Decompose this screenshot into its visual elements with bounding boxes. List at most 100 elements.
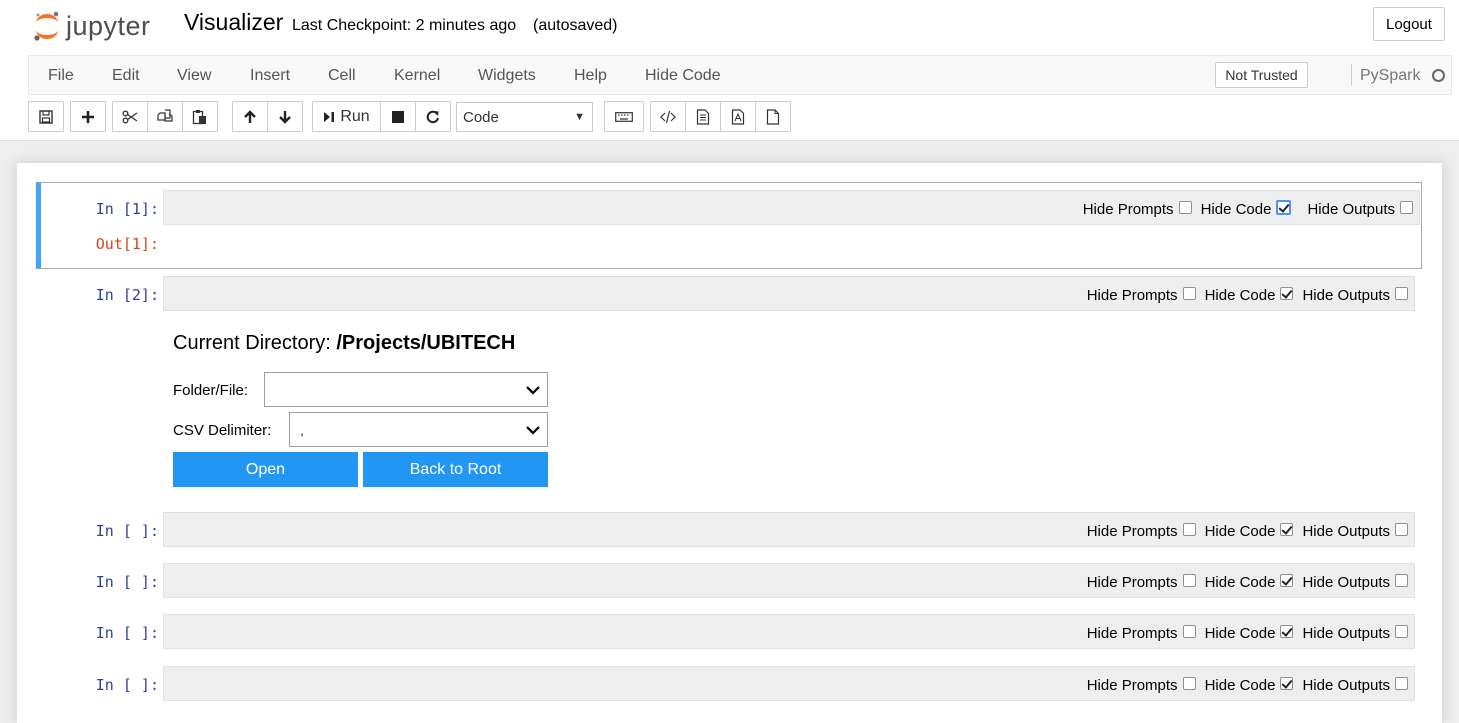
kernel-name: PySpark [1360,67,1421,84]
out-prompt: Out[1]: [95,235,159,253]
hide-outputs-checkbox[interactable] [1395,523,1408,536]
hide-prompts-label: Hide Prompts [1086,625,1178,642]
toolbar-group-run: Run [312,101,451,132]
paste-icon [192,109,206,124]
hide-code-label: Hide Code [1204,523,1276,540]
code-cell[interactable]: In [ ]: Hide Prompts Hide Code Hide Outp… [36,512,1422,548]
cut-button[interactable] [112,101,148,132]
toolbar-group-clipboard [112,101,218,132]
menu-file[interactable]: File [48,67,74,85]
notebook-name[interactable]: Visualizer [184,9,283,36]
menu-widgets[interactable]: Widgets [478,67,536,85]
hide-prompts-checkbox[interactable] [1182,287,1196,300]
menu-cell[interactable]: Cell [328,67,356,85]
code-cell[interactable]: In [ ]: Hide Prompts Hide Code Hide Outp… [36,666,1422,702]
menu-help[interactable]: Help [574,67,607,85]
toolbar-group-export [650,101,791,132]
hide-outputs-checkbox[interactable] [1395,287,1408,300]
hide-outputs-checkbox[interactable] [1395,574,1408,587]
arrow-down-icon [279,110,291,124]
hide-code-checkbox[interactable] [1276,200,1292,215]
export-pdf-button[interactable] [720,101,756,132]
folder-file-dropdown[interactable] [264,372,548,407]
hide-prompts-checkbox[interactable] [1182,523,1196,536]
menu-edit[interactable]: Edit [112,67,140,85]
export-file-button[interactable] [755,101,791,132]
menu-insert[interactable]: Insert [250,67,290,85]
back-to-root-button[interactable]: Back to Root [363,452,548,487]
save-button[interactable] [28,101,64,132]
cell-toggles: Hide Prompts Hide Code Hide Outputs [1087,625,1408,642]
hide-code-checkbox[interactable] [1280,625,1294,638]
in-prompt: In [1]: [95,200,159,218]
insert-cell-button[interactable] [70,101,106,132]
cell-input-area[interactable]: Hide Prompts Hide Code Hide Outputs [163,512,1415,547]
hide-outputs-label: Hide Outputs [1302,287,1390,304]
move-down-button[interactable] [267,101,303,132]
hide-outputs-checkbox[interactable] [1395,677,1408,690]
hide-prompts-checkbox[interactable] [1182,625,1196,638]
trust-button[interactable]: Not Trusted [1215,62,1308,88]
notebook-container: In [1]: Hide Prompts Hide Code Hide Outp… [17,163,1442,723]
code-cell[interactable]: In [1]: Hide Prompts Hide Code Hide Outp… [36,182,1422,269]
logout-button[interactable]: Logout [1373,7,1445,41]
paste-button[interactable] [182,101,218,132]
hide-outputs-checkbox[interactable] [1400,201,1413,214]
chevron-down-icon [526,426,540,435]
cell-type-select[interactable]: Code ▼ [456,102,593,132]
hide-code-checkbox[interactable] [1280,574,1294,587]
jupyter-logo[interactable]: jupyter [32,9,151,43]
cell-input-area[interactable]: Hide Prompts Hide Code Hide Outputs [163,276,1415,311]
copy-button[interactable] [147,101,183,132]
export-html-button[interactable] [685,101,721,132]
code-button[interactable] [650,101,686,132]
menu-view[interactable]: View [177,67,211,85]
file-icon [766,108,780,125]
hide-prompts-checkbox[interactable] [1182,574,1196,587]
in-prompt: In [ ]: [95,676,159,694]
open-button[interactable]: Open [173,452,358,487]
header: jupyter Visualizer Last Checkpoint: 2 mi… [0,0,1459,141]
code-cell[interactable]: In [ ]: Hide Prompts Hide Code Hide Outp… [36,614,1422,650]
current-directory: Current Directory: /Projects/UBITECH [173,332,515,355]
jupyter-logo-icon [34,11,59,41]
hide-outputs-label: Hide Outputs [1302,574,1390,591]
menu-kernel[interactable]: Kernel [394,67,440,85]
hide-prompts-checkbox[interactable] [1178,201,1192,214]
hide-prompts-label: Hide Prompts [1086,677,1178,694]
restart-button[interactable] [415,101,451,132]
move-up-button[interactable] [232,101,268,132]
hide-code-label: Hide Code [1204,287,1276,304]
code-cell[interactable]: In [ ]: Hide Prompts Hide Code Hide Outp… [36,563,1422,599]
command-palette-button[interactable] [604,101,644,132]
cell-toggles: Hide Prompts Hide Code Hide Outputs [1087,523,1408,540]
toolbar-group-shortcuts [604,101,644,132]
hide-code-checkbox[interactable] [1280,523,1294,536]
hide-code-checkbox[interactable] [1280,287,1294,300]
hide-prompts-checkbox[interactable] [1182,677,1196,690]
cell-input-area[interactable]: Hide Prompts Hide Code Hide Outputs [163,563,1415,598]
hide-outputs-checkbox[interactable] [1395,625,1408,638]
hide-code-checkbox[interactable] [1280,677,1294,690]
copy-icon [157,108,173,122]
hide-code-label: Hide Code [1204,625,1276,642]
menu-hide-code[interactable]: Hide Code [645,67,721,85]
cell-type-value: Code [463,108,499,126]
cell-toggles: Hide Prompts Hide Code Hide Outputs [1087,287,1408,304]
interrupt-button[interactable] [380,101,416,132]
hide-prompts-label: Hide Prompts [1086,523,1178,540]
hide-outputs-label: Hide Outputs [1302,523,1390,540]
run-button[interactable]: Run [312,101,381,132]
cell-input-area[interactable]: Hide Prompts Hide Code Hide Outputs [163,190,1420,225]
hide-code-label: Hide Code [1204,574,1276,591]
current-directory-label: Current Directory: [173,332,331,354]
cell-input-area[interactable]: Hide Prompts Hide Code Hide Outputs [163,666,1415,701]
hide-outputs-label: Hide Outputs [1302,677,1390,694]
jupyter-logo-text: jupyter [66,10,151,41]
run-icon [324,111,335,122]
in-prompt: In [ ]: [95,573,159,591]
cell-toggles: Hide Prompts Hide Code Hide Outputs [1083,200,1413,218]
cell-input-area[interactable]: Hide Prompts Hide Code Hide Outputs [163,614,1415,649]
csv-delimiter-dropdown[interactable]: , [289,412,548,447]
arrow-up-icon [244,109,256,123]
